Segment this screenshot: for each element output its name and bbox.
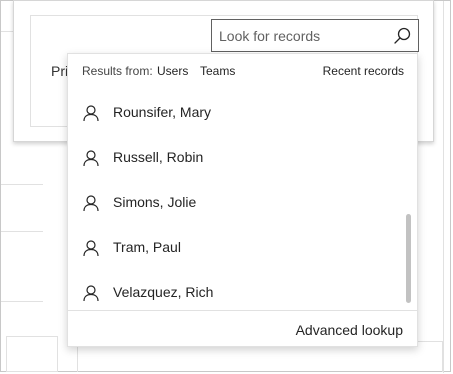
list-item[interactable]: Rounsifer, Mary [68, 90, 403, 135]
field-label: Pri [51, 63, 69, 79]
scrollbar-thumb[interactable] [406, 214, 411, 303]
recent-records-link[interactable]: Recent records [323, 64, 404, 78]
list-item-label: Velazquez, Rich [113, 284, 214, 300]
user-icon [82, 149, 100, 167]
results-footer: Advanced lookup [68, 310, 417, 348]
filter-teams[interactable]: Teams [200, 64, 235, 78]
list-item-label: Russell, Robin [113, 149, 204, 165]
search-input[interactable] [219, 25, 384, 47]
results-from-label: Results from: [82, 64, 153, 78]
results-list: Rounsifer, Mary Russell, Robin Simons, J… [68, 90, 403, 315]
background-panel [6, 336, 58, 372]
search-icon[interactable] [392, 26, 412, 46]
background-divider [1, 231, 43, 232]
list-item-label: Simons, Jolie [113, 194, 197, 210]
list-item[interactable]: Simons, Jolie [68, 180, 403, 225]
filter-users[interactable]: Users [157, 64, 188, 78]
lookup-search-box[interactable] [211, 19, 419, 52]
results-header: Results from: Users Teams Recent records [68, 54, 417, 86]
background-divider [1, 184, 43, 185]
lookup-results-dropdown: Results from: Users Teams Recent records… [67, 53, 418, 347]
advanced-lookup-link[interactable]: Advanced lookup [296, 322, 403, 338]
list-item[interactable]: Velazquez, Rich [68, 270, 403, 315]
list-item-label: Rounsifer, Mary [113, 104, 212, 120]
user-icon [82, 194, 100, 212]
list-item[interactable]: Russell, Robin [68, 135, 403, 180]
list-item-label: Tram, Paul [113, 239, 181, 255]
list-item[interactable]: Tram, Paul [68, 225, 403, 270]
user-icon [82, 284, 100, 302]
background-divider [1, 301, 43, 302]
user-icon [82, 104, 100, 122]
background-divider [443, 1, 444, 373]
user-icon [82, 239, 100, 257]
